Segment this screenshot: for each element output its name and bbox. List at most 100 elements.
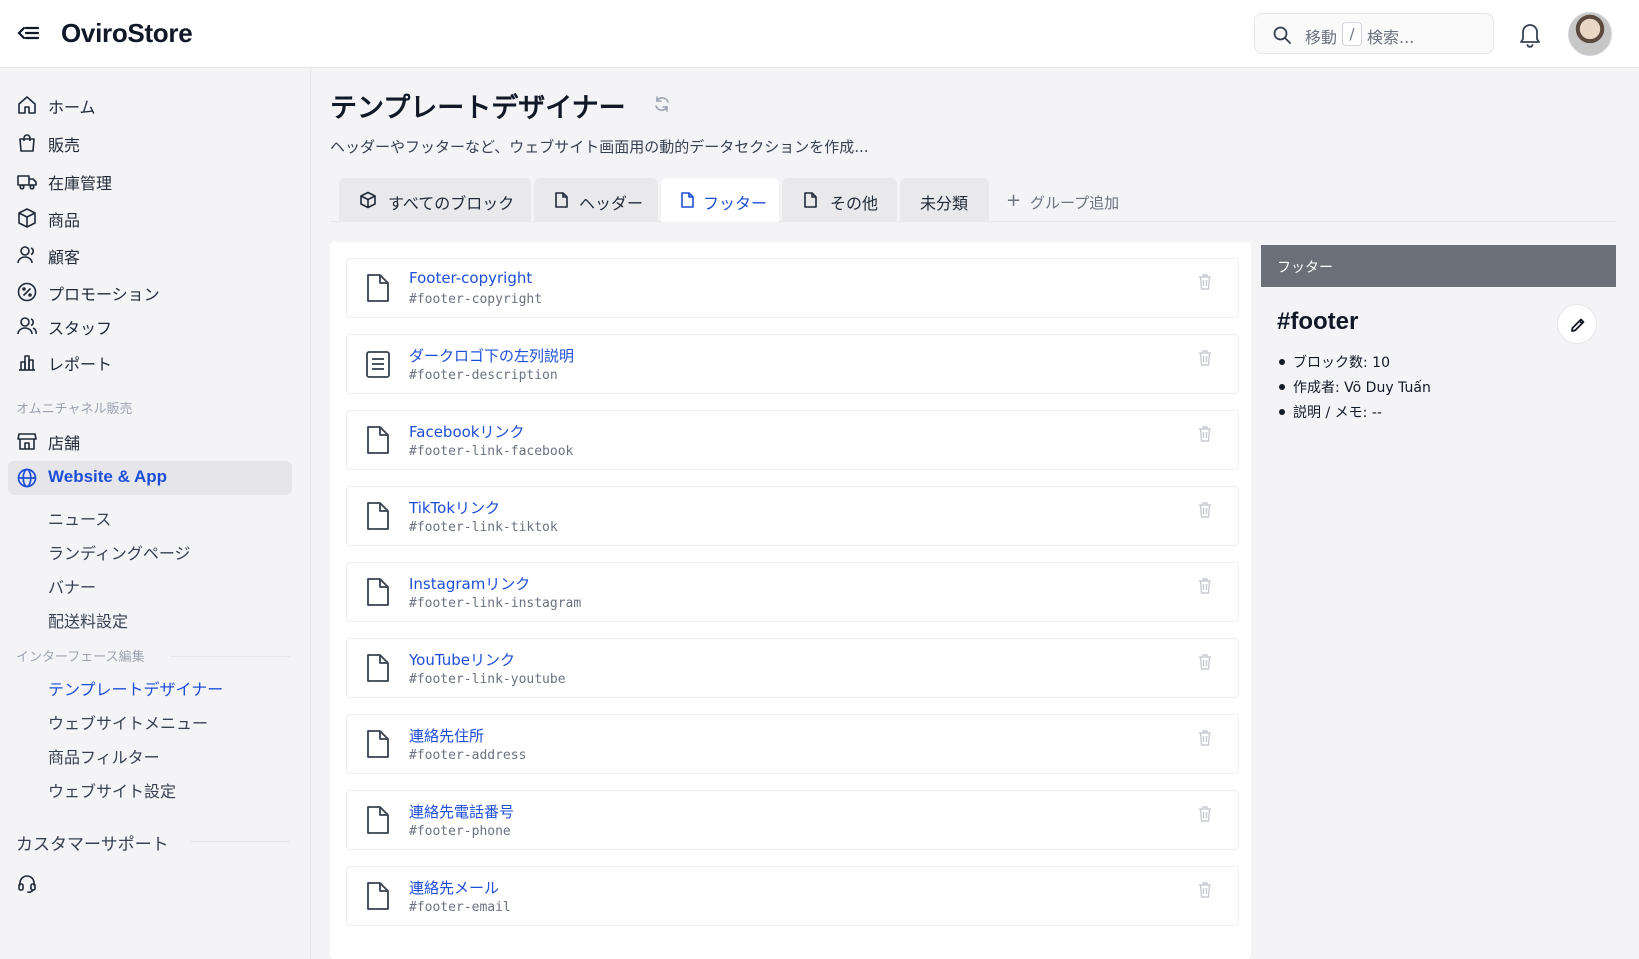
trash-icon[interactable] <box>1197 881 1213 899</box>
edit-button[interactable] <box>1557 304 1597 344</box>
sidebar-item-website-app[interactable]: Website & App <box>8 461 292 495</box>
trash-icon[interactable] <box>1197 273 1213 291</box>
section-label-interface: インターフェース編集 <box>16 650 145 665</box>
sidebar-item-label: 在庫管理 <box>48 174 113 193</box>
page-description: ヘッダーやフッターなど、ウェブサイト画面用の動的データセクションを作成... <box>330 138 869 156</box>
sidebar-item-label: プロモーション <box>48 285 160 304</box>
detail-info-list: ブロック数: 10 作成者: Võ Duy Tuấn 説明 / メモ: -- <box>1277 352 1431 427</box>
file-icon <box>365 729 391 759</box>
block-row[interactable]: 連絡先住所 #footer-address <box>346 714 1239 774</box>
top-bar: OviroStore 移動 / 検索... <box>0 0 1639 68</box>
sidebar-subitem-product-filter[interactable]: 商品フィルター <box>48 744 160 768</box>
sidebar-item-label: スタッフ <box>48 319 113 338</box>
truck-icon <box>16 170 38 192</box>
users-icon <box>16 315 38 337</box>
headset-icon <box>16 872 38 894</box>
trash-icon[interactable] <box>1197 349 1213 367</box>
block-name[interactable]: 連絡先メール <box>409 877 499 898</box>
sidebar-subitem-landing-page[interactable]: ランディングページ <box>48 540 191 564</box>
trash-icon[interactable] <box>1197 729 1213 747</box>
block-list-panel: Footer-copyright #footer-copyright ダークロゴ… <box>330 242 1251 959</box>
sidebar-item-label: 店舗 <box>48 434 81 453</box>
sidebar-subitem-template-designer[interactable]: テンプレートデザイナー <box>48 676 223 700</box>
block-name[interactable]: ダークロゴ下の左列説明 <box>409 345 574 366</box>
block-name[interactable]: Instagramリンク <box>409 573 530 594</box>
sidebar-item-store[interactable]: 店舗 <box>8 424 292 458</box>
sidebar-item-support[interactable] <box>8 866 292 900</box>
block-row[interactable]: TikTokリンク #footer-link-tiktok <box>346 486 1239 546</box>
block-row[interactable]: ダークロゴ下の左列説明 #footer-description <box>346 334 1239 394</box>
file-icon <box>678 191 696 209</box>
tab-label: フッター <box>703 194 768 213</box>
sidebar-item-promotion[interactable]: プロモーション <box>8 275 292 309</box>
sidebar-item-label: Website & App <box>48 467 168 486</box>
block-name[interactable]: 連絡先電話番号 <box>409 801 514 822</box>
bell-icon[interactable] <box>1516 19 1544 49</box>
search-icon <box>1272 25 1292 45</box>
sidebar-item-sales[interactable]: 販売 <box>8 126 292 160</box>
sidebar-item-home[interactable]: ホーム <box>8 88 292 122</box>
sidebar-item-customers[interactable]: 顧客 <box>8 238 292 272</box>
block-row[interactable]: 連絡先電話番号 #footer-phone <box>346 790 1239 850</box>
trash-icon[interactable] <box>1197 805 1213 823</box>
tab-label: すべてのブロック <box>388 194 515 213</box>
add-group-label: グループ追加 <box>1030 194 1120 212</box>
brand-logo[interactable]: OviroStore <box>61 18 193 49</box>
refresh-icon[interactable] <box>652 94 672 114</box>
trash-icon[interactable] <box>1197 501 1213 519</box>
tab-all-blocks[interactable]: すべてのブロック <box>339 178 531 222</box>
block-row[interactable]: Facebookリンク #footer-link-facebook <box>346 410 1239 470</box>
sidebar-subitem-website-settings[interactable]: ウェブサイト設定 <box>48 778 176 802</box>
trash-icon[interactable] <box>1197 577 1213 595</box>
detail-description: 説明 / メモ: -- <box>1277 402 1431 427</box>
detail-author: 作成者: Võ Duy Tuấn <box>1277 377 1431 402</box>
avatar[interactable] <box>1568 12 1612 56</box>
box-icon <box>16 207 38 229</box>
group-detail-panel: フッター #footer ブロック数: 10 作成者: Võ Duy Tuấn … <box>1261 245 1616 959</box>
block-name[interactable]: YouTubeリンク <box>409 649 515 670</box>
user-icon <box>16 244 38 266</box>
trash-icon[interactable] <box>1197 425 1213 443</box>
sidebar-item-staff[interactable]: スタッフ <box>8 309 292 343</box>
cube-icon <box>359 191 377 209</box>
block-name[interactable]: Facebookリンク <box>409 421 524 442</box>
block-row[interactable]: Footer-copyright #footer-copyright <box>346 258 1239 318</box>
home-icon <box>16 94 38 116</box>
sidebar-item-reports[interactable]: レポート <box>8 345 292 379</box>
sidebar-subitem-shipping-fee[interactable]: 配送料設定 <box>48 608 128 632</box>
sidebar-subitem-banner[interactable]: バナー <box>48 574 96 598</box>
file-icon <box>365 881 391 911</box>
chart-icon <box>16 351 38 373</box>
trash-icon[interactable] <box>1197 653 1213 671</box>
block-name[interactable]: TikTokリンク <box>409 497 500 518</box>
block-row[interactable]: Instagramリンク #footer-link-instagram <box>346 562 1239 622</box>
file-icon <box>365 273 391 303</box>
block-row[interactable]: YouTubeリンク #footer-link-youtube <box>346 638 1239 698</box>
search-placeholder-suffix: 検索... <box>1367 28 1415 47</box>
sidebar-item-label: 商品 <box>48 211 81 230</box>
section-divider <box>190 841 290 842</box>
tab-uncategorized[interactable]: 未分類 <box>900 178 989 222</box>
file-icon <box>365 501 391 531</box>
tab-other[interactable]: その他 <box>782 178 897 222</box>
collapse-sidebar-icon[interactable] <box>14 20 42 48</box>
block-code: #footer-description <box>409 368 558 383</box>
file-icon <box>801 191 819 209</box>
tab-footer[interactable]: フッター <box>661 178 779 222</box>
block-row[interactable]: 連絡先メール #footer-email <box>346 866 1239 926</box>
search-input[interactable]: 移動 / 検索... <box>1254 13 1494 54</box>
block-name[interactable]: 連絡先住所 <box>409 725 484 746</box>
sidebar-item-label: ホーム <box>48 98 96 117</box>
sidebar-item-products[interactable]: 商品 <box>8 201 292 235</box>
block-code: #footer-link-facebook <box>409 444 574 459</box>
search-shortcut-key: / <box>1342 22 1362 46</box>
search-placeholder-prefix: 移動 <box>1305 28 1338 47</box>
plus-icon: + <box>1006 190 1022 211</box>
block-name[interactable]: Footer-copyright <box>409 269 532 287</box>
tab-header[interactable]: ヘッダー <box>534 178 658 222</box>
sidebar-item-inventory[interactable]: 在庫管理 <box>8 164 292 198</box>
sidebar-subitem-website-menu[interactable]: ウェブサイトメニュー <box>48 710 208 734</box>
sidebar-item-label: 販売 <box>48 136 81 155</box>
tab-label: ヘッダー <box>579 194 644 213</box>
sidebar-subitem-news[interactable]: ニュース <box>48 506 111 530</box>
